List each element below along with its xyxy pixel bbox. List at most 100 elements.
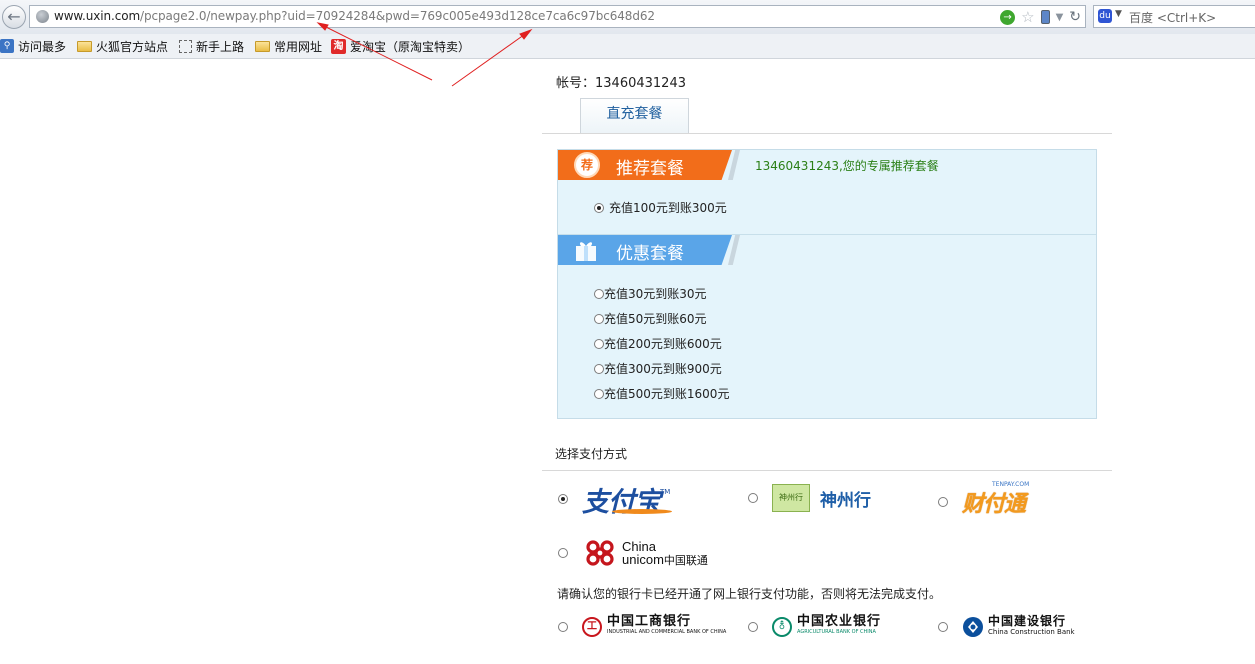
bookmark-label: 常用网址: [274, 39, 323, 54]
radio-button[interactable]: [558, 494, 568, 504]
gift-icon: [576, 242, 596, 261]
radio-button[interactable]: [594, 202, 604, 213]
account-number: 帐号：13460431243: [556, 76, 686, 91]
bookmarks-toolbar: ⚲ 访问最多 火狐官方站点 新手上路 常用网址 淘 爱淘宝（原淘宝特卖）: [0, 34, 1255, 59]
url-text[interactable]: www.uxin.com/pcpage2.0/newpay.php?uid=70…: [54, 9, 655, 23]
tab-underline: [542, 133, 1112, 134]
mobile-icon[interactable]: [1040, 10, 1050, 24]
bookmark-label: 新手上路: [196, 39, 245, 54]
package-option[interactable]: 充值30元到账30元: [594, 285, 707, 302]
ccb-en-name: China Construction Bank: [988, 628, 1075, 636]
search-engine-dropdown-icon[interactable]: ▼: [1115, 9, 1122, 19]
unicom-text-line: unicom中国联通: [622, 553, 708, 567]
tab-direct-recharge[interactable]: 直充套餐: [580, 98, 689, 133]
icbc-logo-text: 中国工商银行 INDUSTRIAL AND COMMERCIAL BANK OF…: [607, 614, 727, 638]
payment-option-alipay[interactable]: 支付宝 TM: [558, 482, 672, 518]
radio-button[interactable]: [748, 622, 758, 632]
magnifier-icon: ⚲: [0, 39, 14, 53]
shenzhouxing-logo-text: 神州行: [820, 490, 871, 511]
bookmark-most-visited[interactable]: ⚲ 访问最多: [0, 37, 66, 55]
url-path: /pcpage2.0/newpay.php?uid=70924284&pwd=7…: [140, 9, 655, 23]
package-option[interactable]: 充值50元到账60元: [594, 310, 707, 327]
radio-button[interactable]: [558, 548, 568, 558]
alipay-logo[interactable]: 支付宝 TM: [582, 482, 672, 518]
globe-icon: [36, 10, 49, 23]
radio-button[interactable]: [594, 363, 604, 374]
search-bar[interactable]: du ▼ 百度 <Ctrl+K>: [1093, 5, 1255, 28]
payment-option-unicom[interactable]: China unicom中国联通: [558, 538, 708, 568]
package-option[interactable]: 充值300元到账900元: [594, 360, 722, 377]
ccb-emblem-icon: [963, 617, 983, 637]
radio-button[interactable]: [594, 288, 604, 299]
abc-emblem-icon: ⚨: [772, 617, 792, 637]
folder-icon: [255, 40, 270, 52]
search-placeholder: 百度 <Ctrl+K>: [1129, 11, 1217, 25]
bookmark-firefox-site[interactable]: 火狐官方站点: [77, 37, 168, 55]
bank-option-icbc[interactable]: 工 中国工商银行 INDUSTRIAL AND COMMERCIAL BANK …: [558, 614, 727, 638]
package-option-label: 充值300元到账900元: [604, 362, 722, 376]
bank-option-ccb[interactable]: 中国建设银行 China Construction Bank: [938, 615, 1075, 638]
recommend-badge-icon: 荐: [574, 152, 600, 178]
package-option-label: 充值100元到账300元: [609, 201, 727, 215]
packages-panel: 荐 推荐套餐 13460431243,您的专属推荐套餐 充值100元到账300元…: [557, 149, 1097, 419]
discount-header: 优惠套餐: [558, 235, 740, 265]
package-option[interactable]: 充值500元到账1600元: [594, 385, 729, 402]
recommended-note: 13460431243,您的专属推荐套餐: [755, 159, 939, 173]
payment-option-shenzhouxing[interactable]: 神州行 神州行: [748, 484, 871, 512]
radio-button[interactable]: [594, 338, 604, 349]
radio-button[interactable]: [748, 493, 758, 503]
icbc-cn-name: 中国工商银行: [607, 614, 692, 629]
radio-button[interactable]: [594, 388, 604, 399]
package-option-label: 充值500元到账1600元: [604, 387, 730, 401]
abc-cn-name: 中国农业银行: [797, 614, 882, 629]
address-bar[interactable]: www.uxin.com/pcpage2.0/newpay.php?uid=70…: [29, 5, 1086, 28]
payment-method-title: 选择支付方式: [555, 447, 628, 461]
payment-option-tenpay[interactable]: TENPAY.COM 财付通: [938, 481, 1029, 518]
tenpay-logo-small-text: TENPAY.COM: [992, 481, 1030, 488]
back-button[interactable]: ←: [2, 5, 26, 29]
bookmark-getting-started[interactable]: 新手上路: [179, 37, 244, 55]
history-dropdown-icon[interactable]: ▼: [1056, 12, 1064, 23]
bookmark-label: 访问最多: [18, 39, 67, 54]
abc-en-name: AGRICULTURAL BANK OF CHINA: [797, 629, 876, 635]
package-option-label: 充值50元到账60元: [604, 312, 707, 326]
radio-button[interactable]: [594, 313, 604, 324]
radio-button[interactable]: [558, 622, 568, 632]
dotted-box-icon: [179, 39, 192, 53]
bookmark-label: 火狐官方站点: [96, 39, 169, 54]
unicom-logo[interactable]: China unicom中国联通: [582, 538, 708, 568]
go-arrow-icon[interactable]: →: [1000, 9, 1016, 25]
ccb-logo[interactable]: 中国建设银行 China Construction Bank: [962, 615, 1075, 638]
bank-notice: 请确认您的银行卡已经开通了网上银行支付功能，否则将无法完成支付。: [557, 587, 942, 601]
url-domain: www.uxin.com: [54, 9, 141, 23]
icbc-emblem-icon: 工: [582, 617, 602, 637]
package-option[interactable]: 充值100元到账300元: [594, 199, 727, 216]
taobao-icon: 淘: [331, 38, 346, 54]
abc-logo[interactable]: ⚨ 中国农业银行 AGRICULTURAL BANK OF CHINA: [772, 614, 882, 638]
recommended-header: 荐 推荐套餐: [558, 150, 740, 180]
icbc-en-name: INDUSTRIAL AND COMMERCIAL BANK OF CHINA: [607, 629, 727, 635]
unicom-logo-text: China unicom中国联通: [622, 540, 708, 567]
icbc-logo[interactable]: 工 中国工商银行 INDUSTRIAL AND COMMERCIAL BANK …: [582, 614, 727, 638]
bookmark-star-icon[interactable]: ☆: [1021, 9, 1034, 25]
browser-toolbar: ← www.uxin.com/pcpage2.0/newpay.php?uid=…: [0, 0, 1255, 35]
radio-button[interactable]: [938, 497, 948, 507]
abc-logo-text: 中国农业银行 AGRICULTURAL BANK OF CHINA: [797, 614, 882, 638]
unicom-cn-text: 中国联通: [663, 553, 708, 567]
bookmark-ai-taobao[interactable]: 淘 爱淘宝（原淘宝特卖）: [331, 37, 470, 55]
recommended-title: 推荐套餐: [616, 159, 684, 179]
payment-divider: [542, 470, 1112, 471]
address-bar-icons: → ☆ ▼ ↻: [1000, 8, 1081, 26]
package-option[interactable]: 充值200元到账600元: [594, 335, 722, 352]
unicom-knot-icon: [586, 540, 614, 566]
shenzhouxing-logo[interactable]: 神州行 神州行: [772, 484, 871, 512]
bank-option-abc[interactable]: ⚨ 中国农业银行 AGRICULTURAL BANK OF CHINA: [748, 614, 882, 638]
package-option-label: 充值30元到账30元: [604, 287, 707, 301]
baidu-paw-icon[interactable]: du: [1098, 9, 1112, 23]
tenpay-logo[interactable]: TENPAY.COM 财付通: [962, 481, 1029, 518]
reload-icon[interactable]: ↻: [1069, 9, 1081, 25]
radio-button[interactable]: [938, 622, 948, 632]
alipay-swoosh-icon: [612, 509, 672, 514]
bookmark-common-sites[interactable]: 常用网址: [255, 37, 322, 55]
back-arrow-icon: ←: [7, 7, 21, 26]
